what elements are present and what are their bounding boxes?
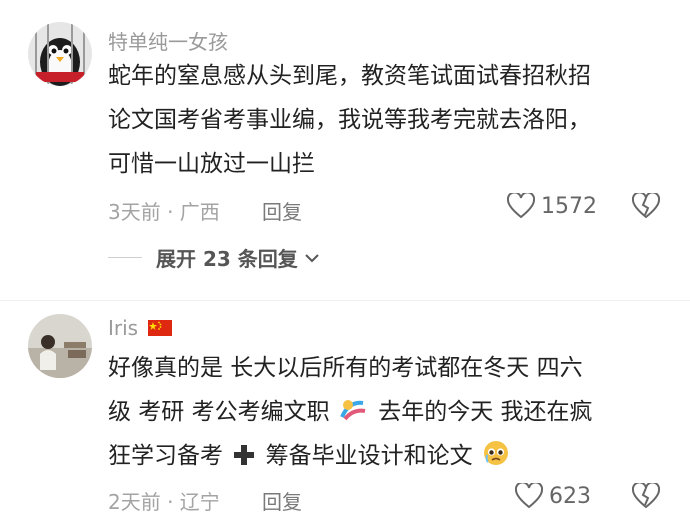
comment-line: 级 考研 考公考编文职 去年的今天 我还在疯 — [108, 390, 668, 434]
divider-line — [108, 257, 142, 258]
china-flag-icon — [148, 320, 173, 336]
heart-icon — [515, 483, 543, 509]
comment-line: 可惜一山放过一山拦 — [108, 151, 315, 177]
comment-line: 狂学习备考 筹备毕业设计和论文 — [108, 434, 668, 478]
avatar-iris[interactable] — [28, 314, 92, 378]
chevron-down-icon — [305, 253, 319, 262]
comment-fragment: 去年的今天 我还在疯 — [378, 399, 593, 425]
comment-text: 好像真的是 长大以后所有的考试都在冬天 四六 级 考研 考公考编文职 去年的今天… — [108, 346, 668, 478]
username[interactable]: Iris — [108, 316, 173, 340]
comment-meta: 3天前 · 广西 — [108, 200, 220, 224]
expand-replies-label: 展开 23 条回复 — [156, 247, 298, 271]
comment-line: 论文国考省考事业编，我说等我考完就去洛阳， — [108, 107, 591, 133]
comment-line: 蛇年的窒息感从头到尾，教资笔试面试春招秋招 — [108, 63, 591, 89]
comment-text: 蛇年的窒息感从头到尾，教资笔试面试春招秋招 论文国考省考事业编，我说等我考完就去… — [108, 54, 668, 186]
comment-meta: 2天前 · 辽宁 — [108, 490, 220, 514]
comment-fragment: 狂学习备考 — [108, 443, 223, 469]
reply-button[interactable]: 回复 — [262, 196, 302, 225]
dislike-button[interactable] — [631, 191, 661, 223]
like-count: 1572 — [541, 193, 597, 219]
plus-emoji-icon — [234, 445, 255, 465]
comment-item-1: 特单纯一女孩 蛇年的窒息感从头到尾，教资笔试面试春招秋招 论文国考省考事业编，我… — [0, 0, 690, 280]
comment-fragment: 级 考研 考公考编文职 — [108, 399, 330, 425]
like-button[interactable]: 1572 — [507, 193, 597, 219]
comment-item-2: Iris 好像真的是 长大以后所有的考试都在冬天 四六 级 考研 考公考编文职 … — [0, 300, 690, 518]
penguin-avatar-image — [28, 22, 92, 86]
like-count: 623 — [549, 483, 591, 509]
iris-avatar-image — [28, 314, 92, 378]
comment-line: 好像真的是 长大以后所有的考试都在冬天 四六 — [108, 355, 583, 381]
username-text: Iris — [108, 316, 139, 340]
pleading-face-emoji-icon — [483, 441, 508, 465]
username[interactable]: 特单纯一女孩 — [108, 26, 228, 55]
broken-heart-icon — [631, 191, 661, 219]
heart-icon — [507, 193, 535, 219]
like-button[interactable]: 623 — [515, 483, 591, 509]
expand-replies-button[interactable]: 展开 23 条回复 — [108, 243, 320, 272]
broken-heart-icon — [631, 481, 661, 509]
comment-fragment: 筹备毕业设计和论文 — [265, 443, 473, 469]
avatar-penguin[interactable] — [28, 22, 92, 86]
wind-face-emoji-icon — [340, 400, 366, 421]
dislike-button[interactable] — [631, 481, 661, 513]
reply-button[interactable]: 回复 — [262, 486, 302, 515]
